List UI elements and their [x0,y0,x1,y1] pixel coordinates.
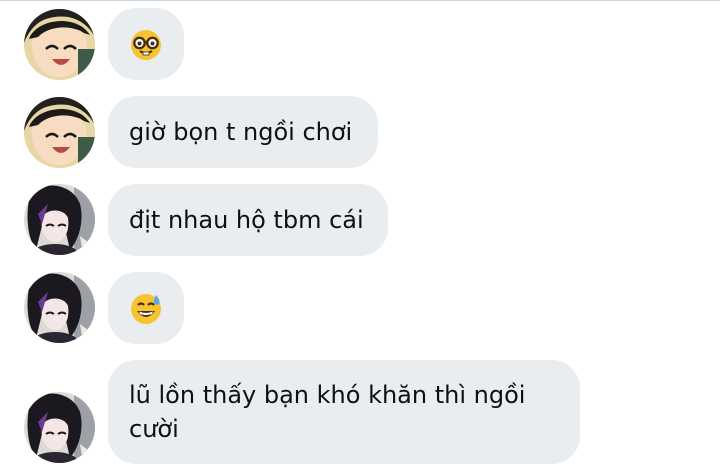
message-bubble[interactable]: lũ lồn thấy bạn khó khăn thì ngồi cười [108,360,580,464]
avatar[interactable] [24,184,95,255]
message-bubble[interactable] [108,272,184,344]
avatar[interactable] [24,9,95,80]
message-bubble[interactable]: địt nhau hộ tbm cái [108,184,388,256]
top-divider [0,0,720,1]
avatar[interactable] [24,392,95,463]
nerd-face-icon [129,28,163,62]
message-text: giờ bọn t ngồi chơi [129,118,353,146]
avatar[interactable] [24,272,95,343]
message-text-line-1: lũ lồn thấy bạn khó khăn thì ngồi [129,381,526,409]
message-text: địt nhau hộ tbm cái [129,206,364,234]
grinning-sweat-icon [129,292,163,326]
avatar[interactable] [24,97,95,168]
message-text-line-2: cười [129,415,179,443]
message-bubble[interactable] [108,8,184,80]
message-bubble[interactable]: giờ bọn t ngồi chơi [108,96,378,168]
